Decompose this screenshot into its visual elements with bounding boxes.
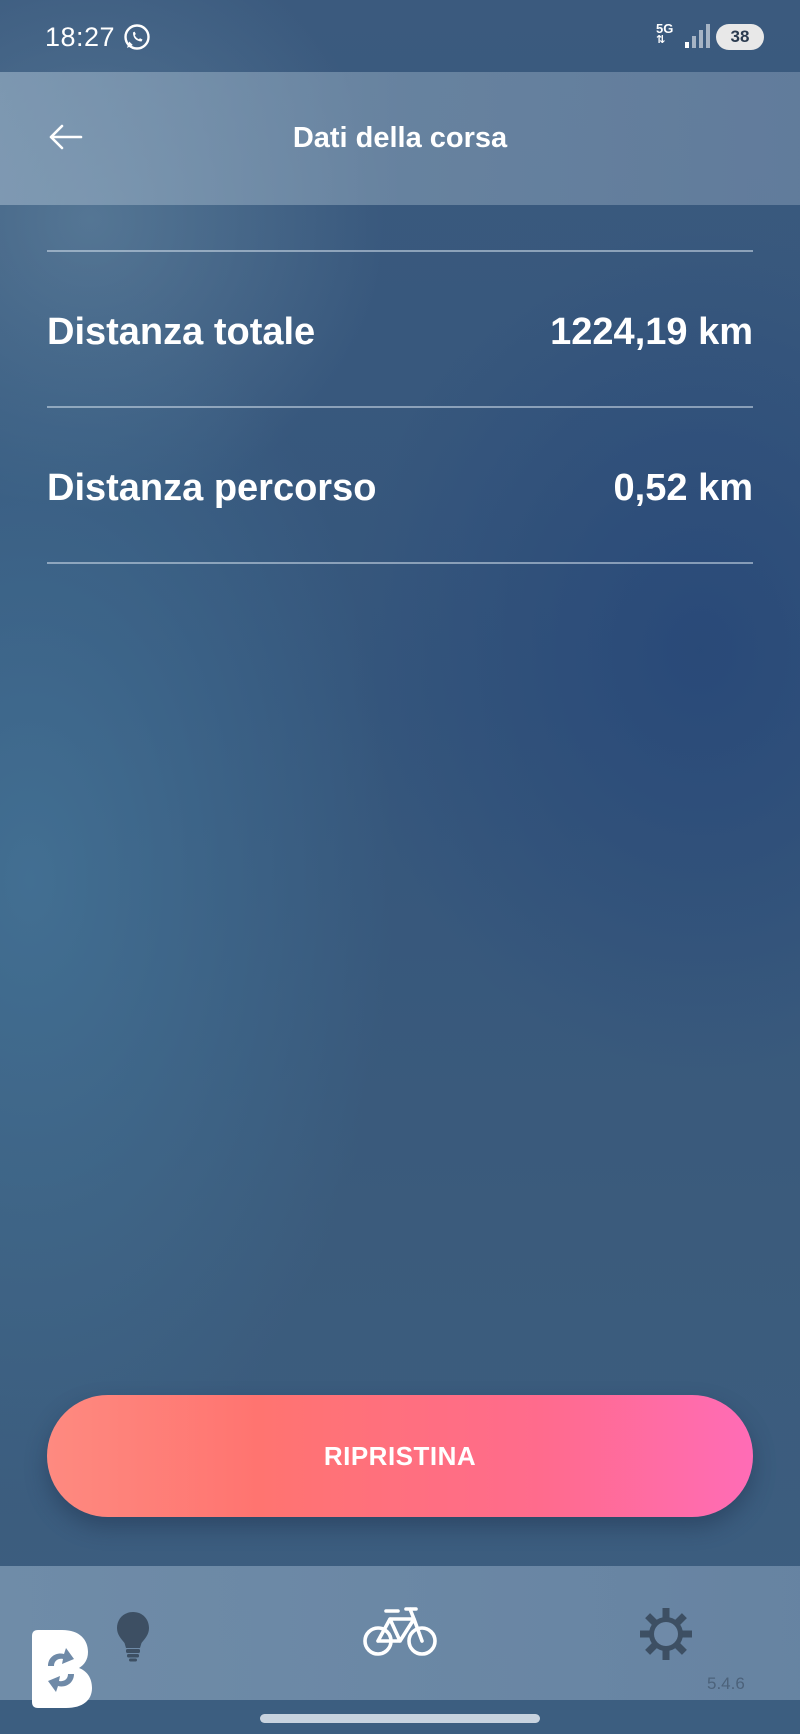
- status-time: 18:27: [45, 22, 116, 52]
- total-distance-label: Distanza totale: [47, 310, 316, 353]
- route-distance-value: 0,52 km: [613, 466, 753, 509]
- page-title: Dati della corsa: [292, 122, 508, 154]
- status-bar: 18:27 5G ⇅ 38: [0, 0, 800, 72]
- row-total-distance: Distanza totale 1224,19 km: [47, 257, 753, 407]
- divider: [47, 406, 753, 408]
- battery-level: 38: [730, 27, 750, 46]
- nav-settings[interactable]: [636, 1604, 696, 1664]
- divider: [47, 562, 753, 564]
- app-header: Dati della corsa: [0, 72, 800, 205]
- row-route-distance: Distanza percorso 0,52 km: [47, 413, 753, 563]
- network-indicator: 5G ⇅: [656, 22, 680, 50]
- lightbulb-icon: [117, 1612, 149, 1662]
- reset-button-label: RIPRISTINA: [323, 1440, 477, 1471]
- route-distance-label: Distanza percorso: [47, 466, 377, 509]
- total-distance-value: 1224,19 km: [550, 310, 753, 353]
- app-version: 5.4.6: [707, 1674, 745, 1693]
- brand-logo: [32, 1630, 92, 1708]
- nav-lights[interactable]: [106, 1606, 160, 1666]
- bicycle-icon: [363, 1607, 437, 1656]
- reset-button[interactable]: RIPRISTINA: [47, 1395, 753, 1517]
- nav-ride[interactable]: [360, 1598, 440, 1662]
- whatsapp-icon: [124, 24, 150, 50]
- home-indicator[interactable]: [260, 1714, 540, 1723]
- battery-icon: 38: [716, 24, 764, 50]
- divider: [47, 250, 753, 252]
- data-arrows-icon: ⇅: [656, 34, 666, 46]
- gear-icon: [640, 1608, 692, 1660]
- signal-icon: [685, 24, 710, 48]
- bottom-nav: 5.4.6: [0, 1566, 800, 1700]
